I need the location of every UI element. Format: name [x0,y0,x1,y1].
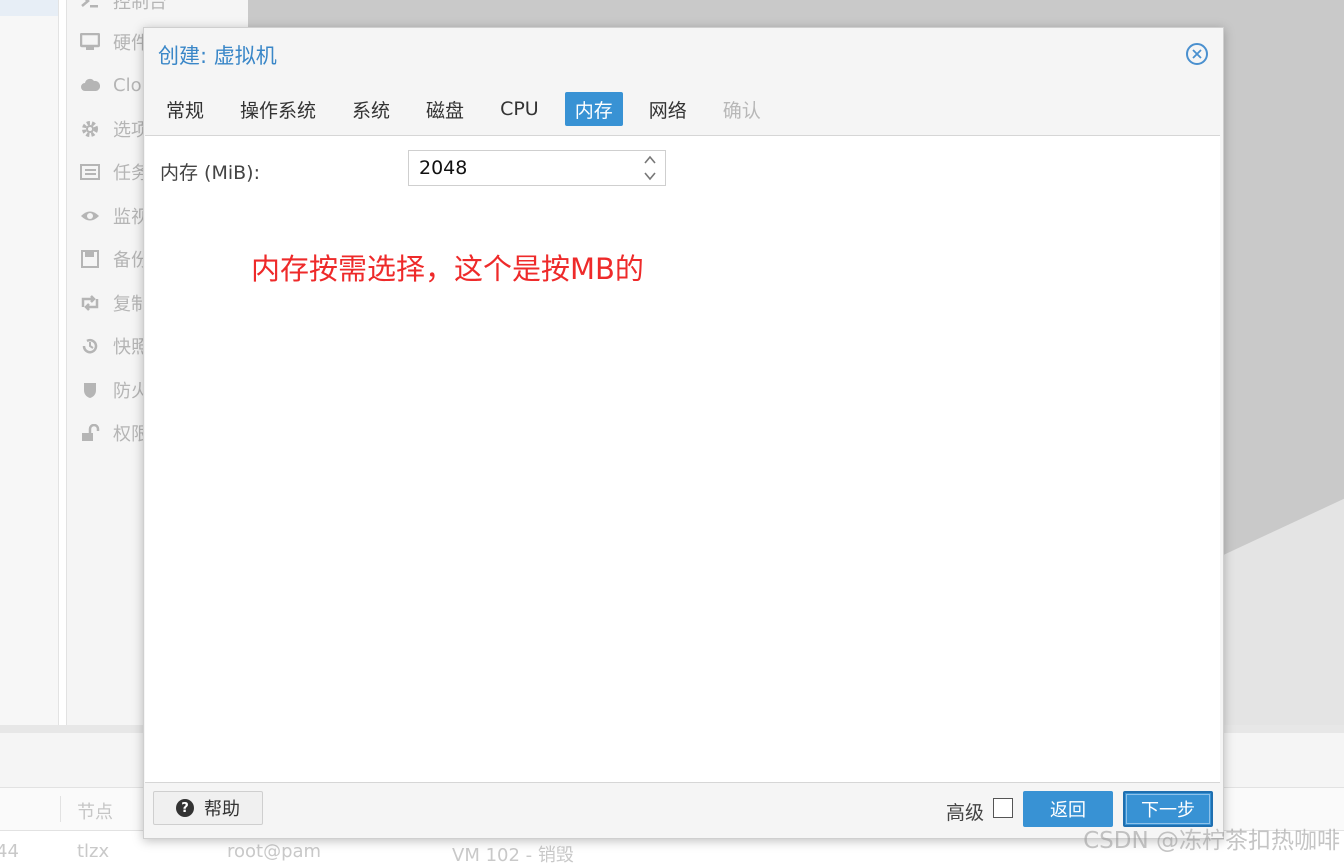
nav-item-snapshot[interactable]: 快照 [79,331,149,361]
column-header-node[interactable]: 节点 [77,798,113,824]
annotation-text: 内存按需选择，这个是按MB的 [251,252,644,286]
monitor-icon [79,33,101,51]
tab-network[interactable]: 网络 [639,92,697,126]
resource-tree-panel [0,0,59,725]
close-icon [1192,49,1202,59]
nav-item-hardware[interactable]: 硬件 [79,27,149,57]
watermark: CSDN @冻柠茶扣热咖啡 [1083,828,1340,854]
tab-system[interactable]: 系统 [342,92,400,126]
cloud-icon [79,76,101,94]
create-vm-dialog: 创建: 虚拟机 常规 操作系统 系统 磁盘 CPU 内存 网络 确认 内存 (M… [143,27,1224,839]
tab-os[interactable]: 操作系统 [230,92,326,126]
nav-item-permissions[interactable]: 权限 [79,418,149,448]
nav-item-options[interactable]: 选项 [79,114,149,144]
advanced-label: 高级 [946,802,985,824]
tab-general[interactable]: 常规 [156,92,214,126]
wizard-tabs: 常规 操作系统 系统 磁盘 CPU 内存 网络 确认 [156,92,787,126]
save-icon [79,250,101,268]
memory-value[interactable]: 2048 [419,157,467,179]
nav-item-console[interactable]: 控制台 [79,0,167,16]
list-icon [79,163,101,181]
question-circle-icon: ? [176,799,194,817]
spinner-arrows[interactable] [643,155,657,181]
tab-confirm: 确认 [722,99,761,122]
retweet-icon [79,294,101,312]
cell-description: VM 102 - 销毁 [452,845,574,866]
unlock-icon [79,424,101,442]
resource-tree-selected-row[interactable] [0,0,58,16]
help-label: 帮助 [204,799,240,820]
dialog-footer: ? 帮助 高级 返回 下一步 [144,782,1221,838]
memory-spinner[interactable]: 2048 [408,150,666,186]
advanced-checkbox[interactable] [993,798,1013,818]
shield-icon [79,381,101,399]
history-icon [79,337,101,355]
nav-item-backup[interactable]: 备份 [79,244,149,274]
chevron-up-icon[interactable] [643,155,657,165]
eye-icon [79,207,101,225]
help-button[interactable]: ? 帮助 [153,791,263,825]
memory-label: 内存 (MiB): [160,162,260,184]
gear-icon [79,120,101,138]
memory-panel: 内存 (MiB): 2048 内存按需选择，这个是按MB的 [145,135,1220,783]
dialog-title: 创建: 虚拟机 [158,44,277,68]
console-icon [79,0,101,10]
tab-disks[interactable]: 磁盘 [416,92,474,126]
close-button[interactable] [1186,43,1208,65]
tab-cpu[interactable]: CPU [490,92,549,126]
tab-memory[interactable]: 内存 [564,92,623,126]
column-divider [60,796,61,822]
nav-item-replication[interactable]: 复制 [79,288,149,318]
chevron-down-icon[interactable] [643,171,657,181]
